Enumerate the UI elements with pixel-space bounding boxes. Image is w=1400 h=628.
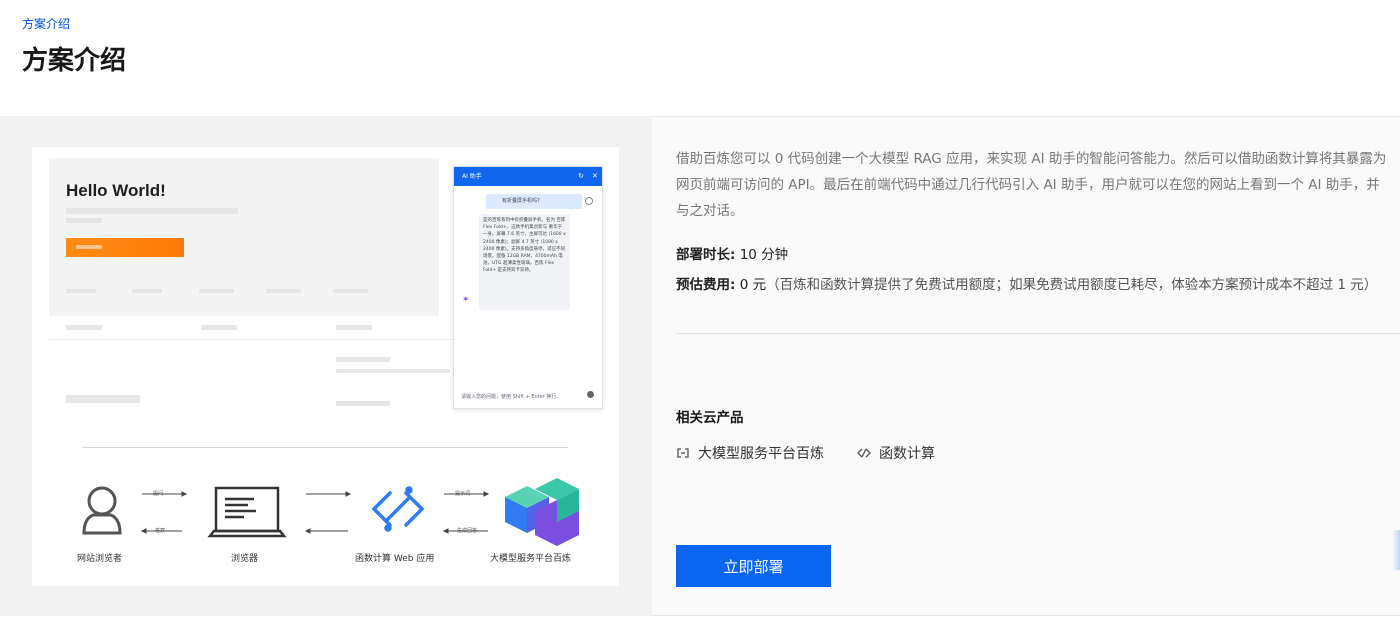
product-link-function-compute[interactable]: 函数计算 — [857, 443, 935, 463]
solution-description: 借助百炼您可以 0 代码创建一个大模型 RAG 应用，来实现 AI 助手的智能问… — [676, 151, 1387, 219]
arch-node-bailian: 大模型服务平台百炼 — [490, 554, 572, 564]
arrow-label-ask: 提问 — [153, 491, 164, 497]
user-icon — [82, 486, 122, 535]
bot-avatar-icon: ✶ — [462, 295, 470, 305]
browser-icon — [207, 486, 287, 538]
breadcrumb[interactable]: 方案介绍 — [22, 15, 70, 32]
arch-node-browser: 浏览器 — [231, 554, 259, 564]
function-compute-diagram-icon — [371, 486, 425, 532]
arrow-label-generate: 生成回答 — [457, 528, 478, 534]
arrow-label-answer: 答案 — [155, 528, 166, 534]
arrow-label-prompt: 提示词 — [455, 491, 471, 497]
function-compute-icon — [857, 446, 871, 460]
architecture-diagram — [82, 478, 579, 546]
mock-ai-assistant-window: AI 助手 ↻ ✕ 有折叠屏手机吗? 是的百炼系列中有折叠屏手机，名为 百炼 F… — [453, 166, 603, 409]
estimated-cost: 预估费用: 0 元（百炼和函数计算提供了免费试用额度；如果免费试用额度已耗尽，体… — [676, 277, 1378, 293]
floating-widget-edge[interactable] — [1392, 530, 1400, 570]
mock-chat-question: 有折叠屏手机吗? — [486, 194, 582, 209]
section-divider — [676, 333, 1400, 334]
arch-node-function-compute: 函数计算 Web 应用 — [355, 554, 435, 564]
product-link-bailian[interactable]: 大模型服务平台百炼 — [676, 443, 824, 463]
bailian-icon — [676, 446, 690, 460]
mock-chat-answer: 是的百炼系列中有折叠屏手机，名为 百炼 Flex Fold+。这款手机集创新与 … — [479, 214, 570, 310]
mock-chat-input-placeholder: 请输入您的问题，使用 Shift + Enter 换行。 — [461, 394, 562, 400]
refresh-icon: ↻ — [578, 172, 584, 180]
architecture-preview-image: Hello World! AI 助手 ↻ ✕ 有折叠屏手机吗? 是的百炼系列中有… — [32, 147, 619, 586]
send-icon — [587, 391, 594, 398]
close-icon: ✕ — [592, 172, 598, 180]
mock-chat-header: AI 助手 ↻ ✕ — [454, 167, 602, 186]
mock-hello-heading: Hello World! — [66, 181, 166, 200]
mock-orange-button — [66, 238, 184, 257]
deploy-time: 部署时长: 10 分钟 — [676, 247, 789, 263]
bailian-cube-icon — [505, 478, 579, 546]
arch-node-visitor: 网站浏览者 — [77, 554, 123, 564]
deploy-now-button[interactable]: 立即部署 — [676, 545, 831, 587]
related-products-title: 相关云产品 — [676, 410, 744, 426]
page-title: 方案介绍 — [22, 46, 127, 76]
user-avatar-icon — [585, 197, 593, 205]
